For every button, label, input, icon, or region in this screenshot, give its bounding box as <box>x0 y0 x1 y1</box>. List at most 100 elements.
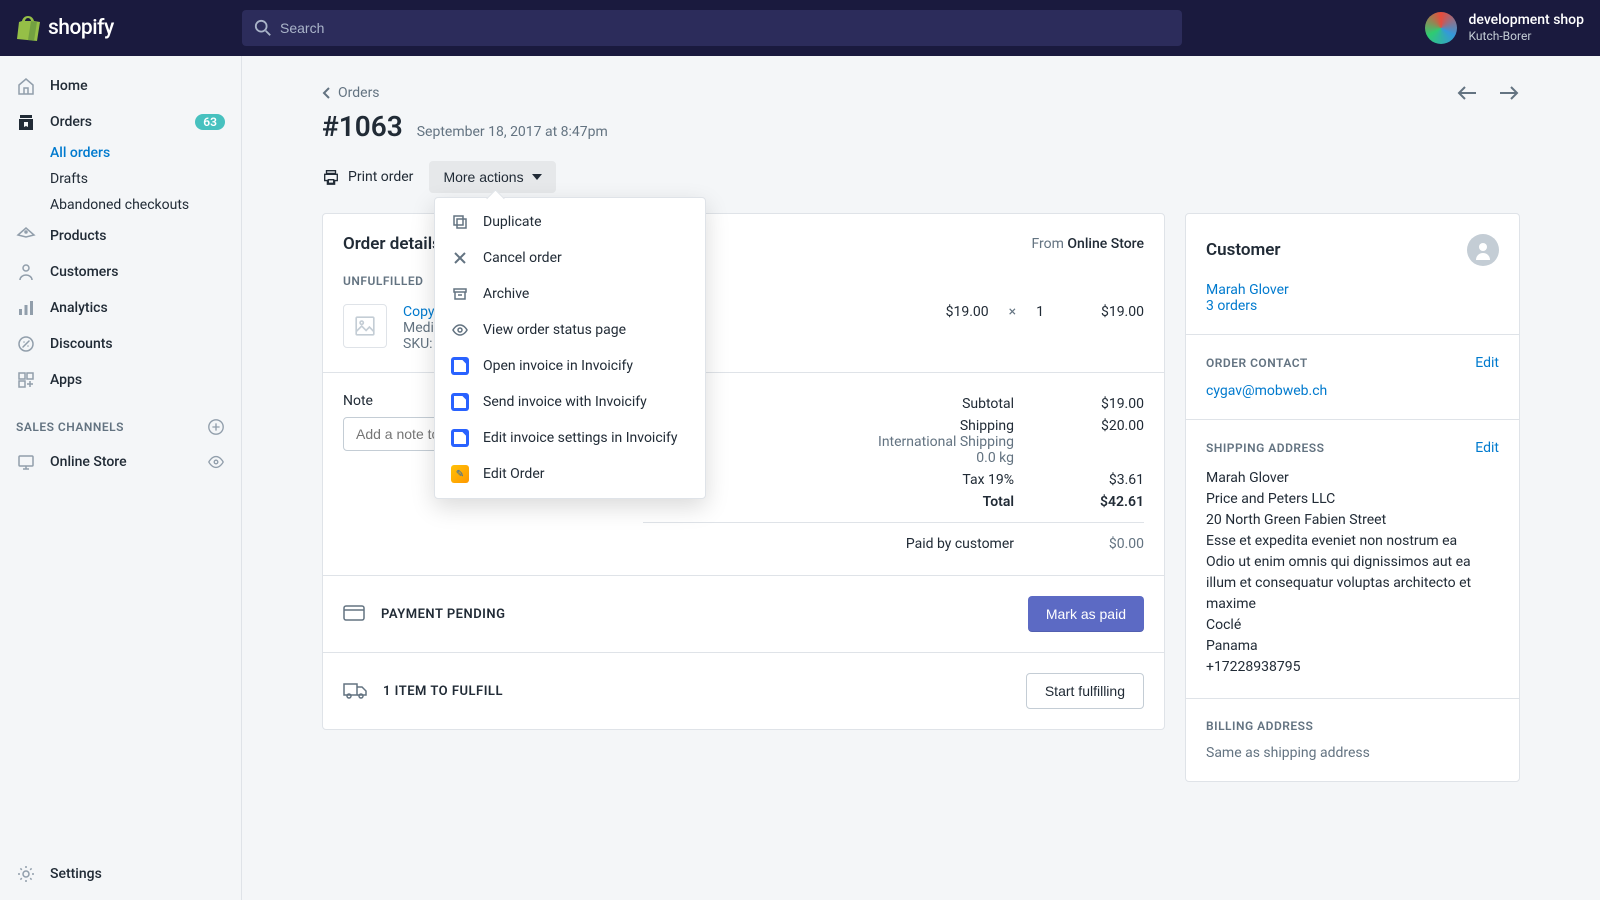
invoicify-icon <box>451 393 469 411</box>
apps-icon <box>16 370 36 390</box>
order-from-channel[interactable]: Online Store <box>1067 236 1144 252</box>
settings-icon <box>16 864 36 884</box>
actions-row: Print order More actions Duplicate Cance… <box>322 161 1520 193</box>
item-pricing: $19.00 × 1 $19.00 <box>946 304 1144 320</box>
nav-products[interactable]: Products <box>0 218 241 254</box>
account-secondary: Kutch-Borer <box>1469 29 1584 43</box>
person-icon <box>1473 240 1493 260</box>
customer-card: Customer Marah Glover 3 orders ORDER CON… <box>1185 213 1520 782</box>
account-menu[interactable]: development shop Kutch-Borer <box>1385 12 1584 44</box>
subnav-abandoned[interactable]: Abandoned checkouts <box>50 192 241 218</box>
dropdown-edit-invoice-settings[interactable]: Edit invoice settings in Invoicify <box>435 420 705 456</box>
pagination-arrows <box>1456 84 1520 102</box>
item-thumbnail <box>343 304 387 348</box>
dropdown-edit-order[interactable]: Edit Order <box>435 456 705 492</box>
fulfillment-icon <box>343 682 367 700</box>
dropdown-duplicate[interactable]: Duplicate <box>435 204 705 240</box>
view-store-icon[interactable] <box>207 453 225 471</box>
edit-order-icon <box>451 465 469 483</box>
fulfillment-status-row: 1 ITEM TO FULFILL Start fulfilling <box>323 652 1164 729</box>
subnav-all-orders[interactable]: All orders <box>50 140 241 166</box>
dropdown-cancel[interactable]: Cancel order <box>435 240 705 276</box>
discounts-icon <box>16 334 36 354</box>
print-order-link[interactable]: Print order <box>322 168 413 186</box>
dropdown-archive[interactable]: Archive <box>435 276 705 312</box>
nav-analytics[interactable]: Analytics <box>0 290 241 326</box>
customers-icon <box>16 262 36 282</box>
invoicify-icon <box>451 429 469 447</box>
prev-arrow-icon[interactable] <box>1456 84 1478 102</box>
orders-subnav: All orders Drafts Abandoned checkouts <box>0 140 241 218</box>
caret-down-icon <box>532 174 542 180</box>
customer-section: Customer Marah Glover 3 orders <box>1186 214 1519 334</box>
search-wrap <box>242 10 1182 46</box>
topbar: shopify development shop Kutch-Borer <box>0 0 1600 56</box>
order-contact-section: ORDER CONTACT Edit cygav@mobweb.ch <box>1186 334 1519 419</box>
orders-badge: 63 <box>195 114 225 130</box>
account-text: development shop Kutch-Borer <box>1469 12 1584 43</box>
sales-channels-header: SALES CHANNELS <box>0 398 241 444</box>
edit-contact-link[interactable]: Edit <box>1475 355 1499 371</box>
customer-name-link[interactable]: Marah Glover <box>1206 282 1499 298</box>
online-store-icon <box>16 452 36 472</box>
home-icon <box>16 76 36 96</box>
summary-block: Subtotal $19.00 Shipping International S… <box>643 393 1144 555</box>
billing-address-section: BILLING ADDRESS Same as shipping address <box>1186 698 1519 781</box>
item-total: $19.00 <box>1064 304 1144 320</box>
products-icon <box>16 226 36 246</box>
search-icon <box>254 19 272 37</box>
sidebar: Home Orders 63 All orders Drafts Abandon… <box>0 56 242 900</box>
content-side: Customer Marah Glover 3 orders ORDER CON… <box>1185 213 1520 782</box>
mark-as-paid-button[interactable]: Mark as paid <box>1028 596 1144 632</box>
nav-customers[interactable]: Customers <box>0 254 241 290</box>
printer-icon <box>322 168 340 186</box>
dropdown-send-invoice[interactable]: Send invoice with Invoicify <box>435 384 705 420</box>
item-mult: × <box>1009 304 1016 320</box>
order-card-title: Order details <box>343 234 441 254</box>
breadcrumb-row: Orders <box>322 84 1520 102</box>
customer-orders-link[interactable]: 3 orders <box>1206 298 1499 314</box>
customer-email-link[interactable]: cygav@mobweb.ch <box>1206 383 1499 399</box>
more-actions-button[interactable]: More actions <box>429 161 555 193</box>
edit-shipping-link[interactable]: Edit <box>1475 440 1499 456</box>
start-fulfilling-button[interactable]: Start fulfilling <box>1026 673 1144 709</box>
payment-icon <box>343 605 365 623</box>
logo[interactable]: shopify <box>16 15 242 41</box>
payment-status-row: PAYMENT PENDING Mark as paid <box>323 575 1164 652</box>
customer-avatar <box>1467 234 1499 266</box>
page-title: #1063 <box>322 110 403 143</box>
avatar <box>1425 12 1457 44</box>
eye-icon <box>451 321 469 339</box>
nav-settings[interactable]: Settings <box>0 856 241 892</box>
next-arrow-icon[interactable] <box>1498 84 1520 102</box>
shopify-bag-icon <box>16 15 40 41</box>
archive-icon <box>451 285 469 303</box>
analytics-icon <box>16 298 36 318</box>
dropdown-open-invoice[interactable]: Open invoice in Invoicify <box>435 348 705 384</box>
breadcrumb-back[interactable]: Orders <box>322 85 380 101</box>
shipping-address: Marah Glover Price and Peters LLC 20 Nor… <box>1206 468 1499 678</box>
search-input[interactable] <box>242 10 1182 46</box>
nav-apps[interactable]: Apps <box>0 362 241 398</box>
order-from: From Online Store <box>1032 236 1145 252</box>
account-primary: development shop <box>1469 12 1584 29</box>
cancel-icon <box>451 249 469 267</box>
orders-icon <box>16 112 36 132</box>
nav-online-store[interactable]: Online Store <box>0 444 241 480</box>
page-title-row: #1063 September 18, 2017 at 8:47pm <box>322 110 1520 143</box>
item-price: $19.00 <box>946 304 989 320</box>
brand-text: shopify <box>48 16 114 40</box>
chevron-left-icon <box>322 86 332 100</box>
page-subtitle: September 18, 2017 at 8:47pm <box>417 124 608 140</box>
main-content: Orders #1063 September 18, 2017 at 8:47p… <box>242 56 1600 822</box>
invoicify-icon <box>451 357 469 375</box>
subnav-drafts[interactable]: Drafts <box>50 166 241 192</box>
add-channel-icon[interactable] <box>207 418 225 436</box>
nav-home[interactable]: Home <box>0 68 241 104</box>
duplicate-icon <box>451 213 469 231</box>
dropdown-view-status[interactable]: View order status page <box>435 312 705 348</box>
more-actions-dropdown: Duplicate Cancel order Archive View orde… <box>434 197 706 499</box>
image-placeholder-icon <box>354 315 376 337</box>
nav-orders[interactable]: Orders 63 <box>0 104 241 140</box>
nav-discounts[interactable]: Discounts <box>0 326 241 362</box>
